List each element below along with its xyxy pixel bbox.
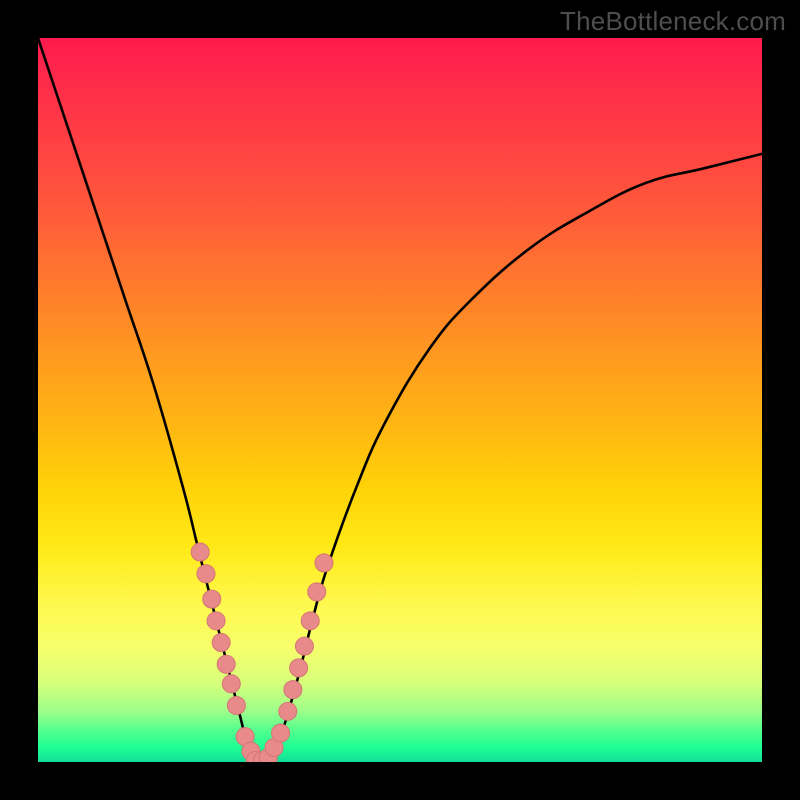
gradient-background xyxy=(38,38,762,762)
plot-area xyxy=(38,38,762,762)
watermark-text: TheBottleneck.com xyxy=(560,6,786,37)
chart-frame: TheBottleneck.com xyxy=(0,0,800,800)
